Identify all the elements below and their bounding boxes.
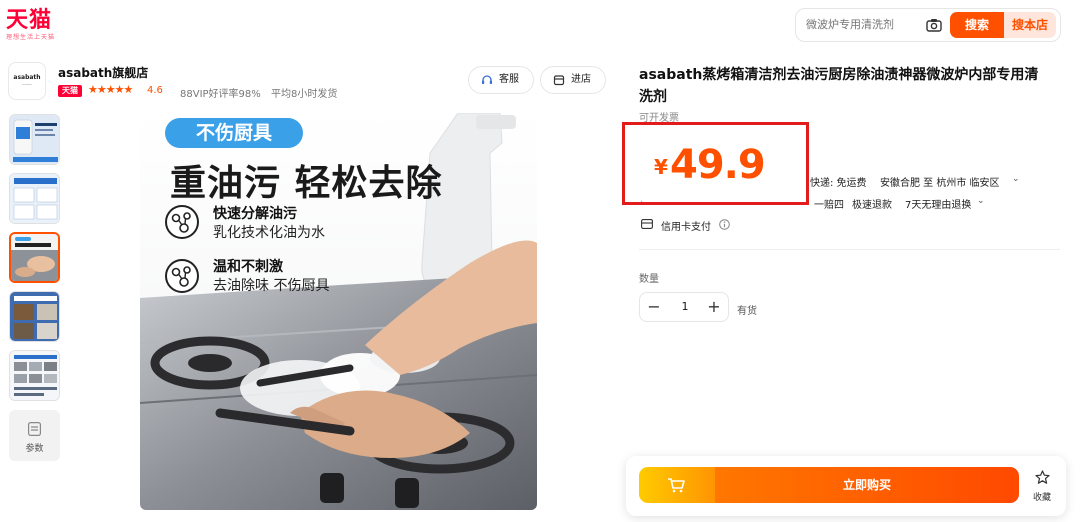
molecule-icon: [165, 205, 199, 239]
product-title-line-2: 洗剂: [639, 89, 667, 105]
store-avatar-text: asabath: [13, 74, 41, 81]
add-to-cart-button[interactable]: [639, 467, 715, 503]
star-rating: ★★★★★: [88, 83, 133, 96]
search-bar: 搜索 搜本店: [795, 8, 1061, 42]
search-button[interactable]: 搜索: [950, 12, 1004, 38]
enter-store-label: 进店: [571, 74, 591, 85]
service-compensation: 一赔四: [814, 200, 844, 211]
increase-button[interactable]: +: [704, 297, 724, 317]
image-tag: 不伤厨具: [165, 118, 303, 148]
thumbnail-5[interactable]: [9, 350, 60, 401]
payment-method: 信用卡支付: [661, 222, 711, 233]
buy-now-button[interactable]: 立即购买: [715, 467, 1019, 503]
product-title-line-1: asabath蒸烤箱清洁剂去油污厨房除油渍神器微波炉内部专用清: [639, 67, 1039, 83]
molecule-icon: [165, 259, 199, 293]
chevron-down-icon[interactable]: ⌄: [1012, 174, 1020, 184]
thumbnail-2-image: [10, 174, 59, 223]
quantity-stepper: − 1 +: [639, 292, 729, 322]
feature-1-desc: 乳化技术化油为水: [213, 225, 325, 241]
thumbnail-4[interactable]: [9, 291, 60, 342]
price-highlight: ¥ 49.9: [622, 122, 809, 205]
customer-service-label: 客服: [499, 74, 519, 85]
service-return[interactable]: 7天无理由退换: [905, 196, 971, 211]
star-icon: [1035, 470, 1050, 484]
shipping-fee: 快递: 免运费: [810, 178, 867, 189]
headset-icon: [482, 75, 492, 84]
store-icon: [553, 75, 565, 86]
credit-card-icon: [641, 219, 653, 229]
thumbnail-2[interactable]: [9, 173, 60, 224]
params-button[interactable]: 参数: [9, 410, 60, 461]
logo-text: 天猫: [6, 7, 53, 33]
feature-2-desc: 去油除味 不伤厨具: [213, 278, 330, 294]
search-input[interactable]: [806, 18, 921, 31]
customer-service-button[interactable]: 客服: [468, 66, 534, 94]
quantity-value[interactable]: 1: [675, 300, 695, 313]
camera-icon[interactable]: [926, 18, 942, 32]
stock-status: 有货: [737, 306, 757, 317]
info-icon[interactable]: [719, 219, 730, 230]
rating-score: 4.6: [147, 85, 163, 96]
thumbnail-3[interactable]: [9, 232, 60, 283]
store-name[interactable]: asabath旗舰店: [58, 64, 148, 81]
quantity-label: 数量: [639, 274, 659, 285]
feature-2-title: 温和不刺激: [213, 259, 283, 275]
decrease-button[interactable]: −: [644, 297, 664, 317]
product-title: asabath蒸烤箱清洁剂去油污厨房除油渍神器微波炉内部专用清 洗剂: [639, 64, 1059, 108]
thumbnail-5-image: [10, 351, 59, 400]
params-label: 参数: [25, 444, 44, 454]
action-bar: 立即购买 收藏: [626, 456, 1066, 516]
feature-1-title: 快速分解油污: [213, 206, 297, 222]
favorite-button[interactable]: 收藏: [1027, 470, 1057, 504]
price-value: 49.9: [670, 142, 766, 188]
main-product-image[interactable]: 不伤厨具 重油污 轻松去除 快速分解油污 乳化技术化油为水 温和不刺激 去油除味…: [140, 113, 537, 510]
favorite-label: 收藏: [1032, 493, 1051, 503]
image-headline: 重油污 轻松去除: [170, 163, 443, 204]
document-icon: [28, 422, 41, 436]
tmall-badge: 天猫: [58, 85, 82, 97]
logo-slogan: 理想生活上天猫: [6, 34, 56, 41]
store-avatar-divider: ────: [22, 82, 32, 87]
service-fast-refund: 极速退款: [852, 200, 892, 211]
search-store-button[interactable]: 搜本店: [1004, 12, 1056, 38]
divider: [639, 249, 1060, 250]
chevron-down-icon[interactable]: ⌄: [977, 196, 985, 206]
thumbnail-1[interactable]: [9, 114, 60, 165]
enter-store-button[interactable]: 进店: [540, 66, 606, 94]
good-rate: 88VIP好评率98%: [180, 89, 261, 100]
cart-icon: [668, 478, 685, 493]
store-avatar[interactable]: asabath ────: [8, 62, 46, 100]
tmall-logo[interactable]: 天猫 理想生活上天猫: [6, 8, 58, 42]
chevron-right-icon[interactable]: ›: [142, 63, 147, 77]
thumbnail-3-image: [11, 234, 58, 281]
thumbnail-4-image: [10, 292, 59, 341]
service-marker: ·: [640, 197, 644, 208]
thumbnail-1-image: [10, 115, 59, 164]
ship-time: 平均8小时发货: [271, 89, 338, 100]
ship-from-to[interactable]: 安徽合肥 至 杭州市 临安区: [880, 174, 1000, 189]
price-currency: ¥: [654, 155, 668, 179]
